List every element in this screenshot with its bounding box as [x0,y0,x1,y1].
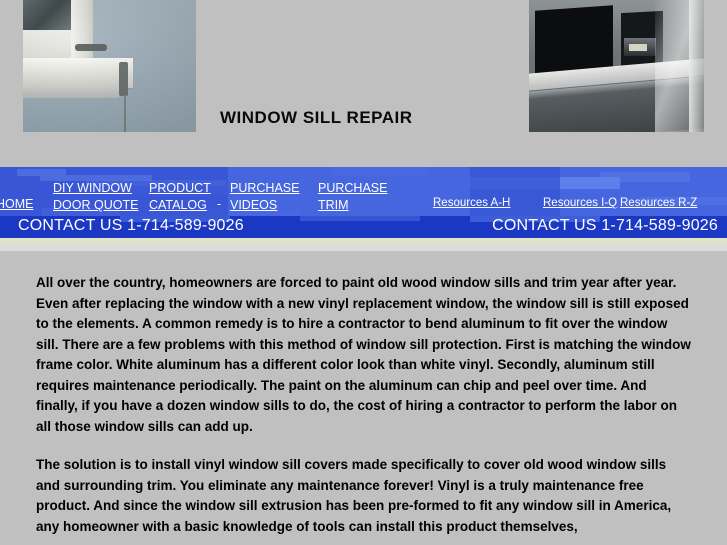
body-paragraph-2: The solution is to install vinyl window … [36,457,672,534]
house-windows-photo [529,0,704,132]
nav-item-resources-i-q[interactable]: Resources I-Q [543,197,617,209]
main-content: All over the country, homeowners are for… [0,251,727,537]
nav-item-purchase-trim[interactable]: PURCHASE TRIM [318,180,387,214]
nav-separator-dash: - [217,197,222,211]
main-navigation-bar: HOME DIY WINDOW DOOR QUOTE PRODUCT CATAL… [0,167,727,216]
photo-left-vignette [23,0,196,132]
nav-item-product-catalog[interactable]: PRODUCT CATALOG [149,180,211,214]
page-root: WINDOW SILL REPAIR HOME DIY WINDOW DOOR … [0,0,727,545]
window-sill-damage-photo [23,0,196,132]
page-title: WINDOW SILL REPAIR [220,108,413,127]
site-banner: WINDOW SILL REPAIR [0,0,727,167]
gray-divider-strip [0,243,727,251]
nav-item-purchase-videos[interactable]: PURCHASE VIDEOS [230,180,299,214]
photo-window-highlight [629,44,647,51]
contact-phone-right[interactable]: CONTACT US 1-714-589-9026 [492,217,718,235]
contact-bar: CONTACT US 1-714-589-9026 CONTACT US 1-7… [0,216,727,238]
nav-item-diy-window-door-quote[interactable]: DIY WINDOW DOOR QUOTE [53,180,138,214]
body-paragraph-1: All over the country, homeowners are for… [36,275,691,434]
nav-item-home[interactable]: HOME [0,197,34,212]
photo-right-edge-light [689,0,704,132]
nav-links-group: HOME DIY WINDOW DOOR QUOTE PRODUCT CATAL… [0,167,727,216]
nav-item-resources-r-z[interactable]: Resources R-Z [620,197,697,209]
nav-item-resources-a-h[interactable]: Resources A-H [433,197,510,209]
contact-phone-left[interactable]: CONTACT US 1-714-589-9026 [18,217,244,235]
